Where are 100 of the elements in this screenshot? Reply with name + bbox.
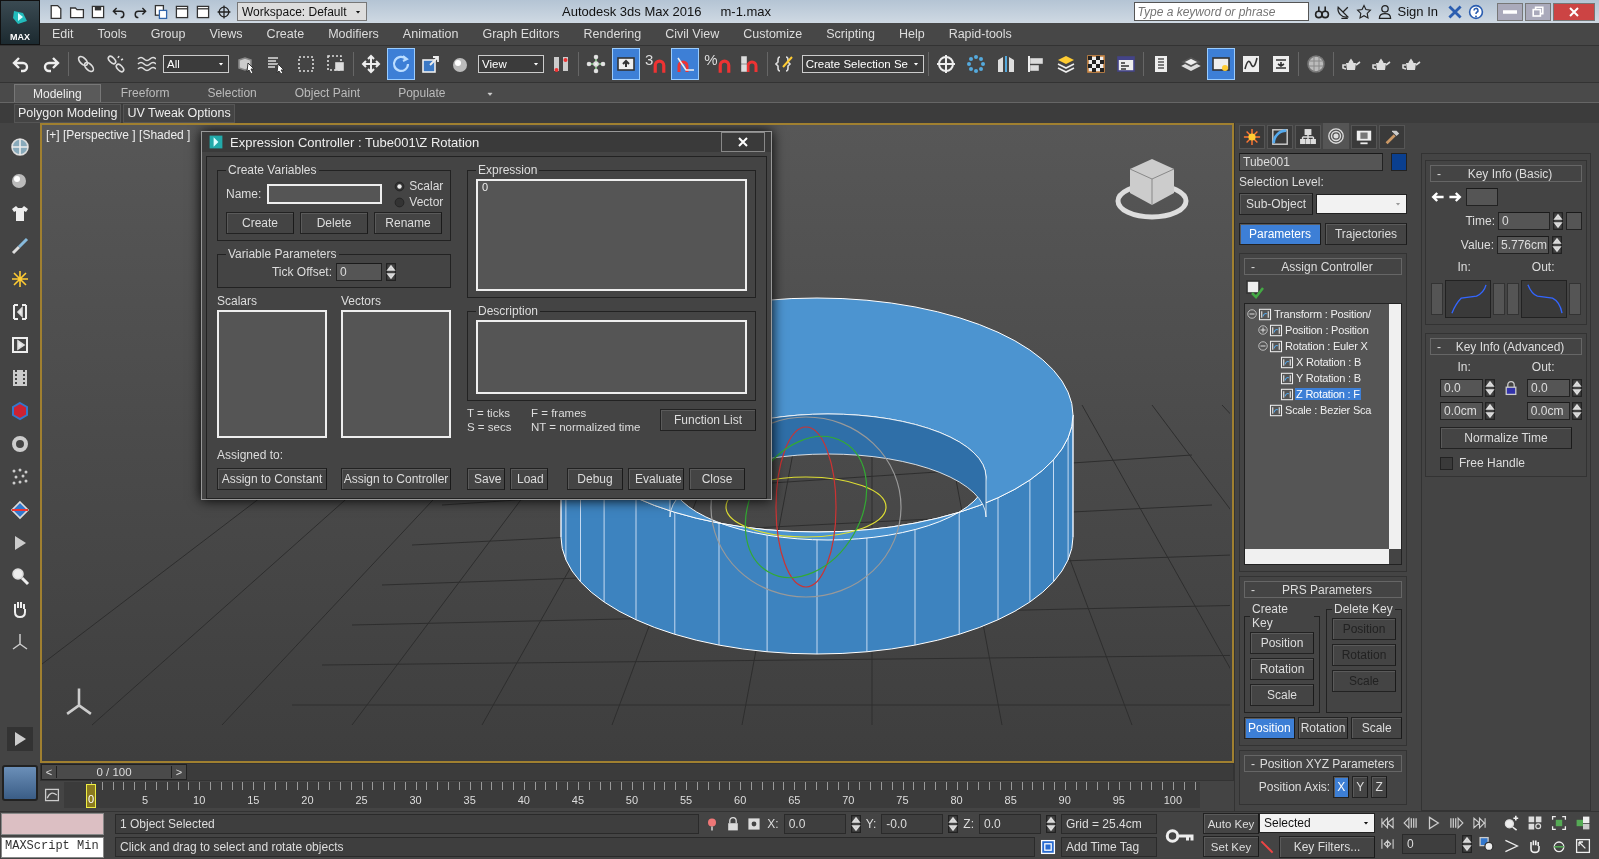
monitor-icon[interactable] — [1351, 125, 1377, 149]
dropdown[interactable]: Create Selection Se — [801, 55, 924, 73]
ribbon-panel-button[interactable]: Polygon Modeling — [14, 103, 122, 123]
object-name-field[interactable]: Tube001 — [1239, 153, 1383, 171]
minimize-button[interactable] — [1497, 2, 1523, 21]
next-frame-icon[interactable] — [1448, 815, 1465, 831]
spinner-buttons[interactable] — [1552, 236, 1562, 254]
window-icon[interactable] — [195, 3, 211, 20]
menu-item[interactable]: Animation — [390, 27, 471, 41]
binoculars-icon[interactable] — [1313, 3, 1330, 20]
curve-editor-icon[interactable] — [44, 787, 60, 803]
expand-toggle[interactable] — [1258, 341, 1268, 351]
menu-item[interactable]: Civil View — [653, 27, 732, 41]
time-tag-icon[interactable] — [1040, 839, 1056, 856]
spinner-buttons[interactable] — [1572, 402, 1582, 420]
dialog-button[interactable]: Create — [226, 212, 294, 234]
tangent-curve-button[interactable] — [1445, 280, 1491, 318]
hierarchy-icon[interactable] — [1295, 125, 1321, 149]
ribbon-tab[interactable]: Selection — [189, 84, 275, 102]
maximize-viewport-icon[interactable] — [1575, 837, 1591, 854]
collapse-toggle[interactable]: - — [1437, 166, 1441, 181]
concentric-circles-icon[interactable] — [1323, 123, 1349, 149]
object-color-swatch[interactable] — [1391, 153, 1407, 171]
radio-button[interactable] — [394, 180, 406, 192]
x-shape-icon[interactable] — [1447, 3, 1463, 20]
rollout-header[interactable]: - Key Info (Basic) — [1430, 165, 1582, 182]
diagonal-line-icon[interactable] — [1259, 839, 1275, 855]
snap-toggle[interactable]: 3 — [643, 49, 669, 79]
key-mode-dropdown[interactable]: Selected — [1259, 813, 1375, 833]
panel-tab[interactable]: Parameters — [1239, 223, 1321, 245]
value-field[interactable]: 0.0 — [1440, 379, 1483, 397]
menu-item[interactable]: Scripting — [814, 27, 887, 41]
menu-item[interactable]: Views — [197, 27, 255, 41]
previous-frame-icon[interactable] — [1402, 815, 1419, 831]
radio-button[interactable] — [394, 196, 406, 208]
axis-button[interactable]: Z — [1371, 776, 1388, 798]
selection-target-icon[interactable] — [746, 815, 763, 832]
rollout-header[interactable]: - Assign Controller — [1244, 258, 1402, 275]
value-field[interactable]: 0.0 — [1527, 379, 1570, 397]
function-list-button[interactable]: Function List — [660, 409, 756, 431]
menu-item[interactable]: Group — [138, 27, 198, 41]
ribbon-options-icon[interactable] — [485, 91, 494, 97]
dialog-button[interactable]: Close — [689, 468, 745, 490]
application-button[interactable]: MAX — [0, 0, 40, 45]
hammer-icon[interactable] — [1379, 125, 1405, 149]
vectors-list[interactable] — [341, 310, 451, 438]
hand-icon[interactable] — [1527, 837, 1543, 854]
time-slider[interactable]: < 0 / 100 > — [40, 763, 1234, 781]
viewport-layout-button[interactable] — [2, 765, 38, 801]
normalize-time-button[interactable]: Normalize Time — [1440, 427, 1572, 449]
expression-field[interactable]: 0 — [476, 179, 747, 291]
mode-button[interactable]: Position — [1244, 717, 1295, 739]
sub-object-button[interactable]: Sub-Object — [1239, 193, 1314, 215]
tree-item[interactable]: X Rotation : B — [1295, 356, 1363, 368]
expand-toggle[interactable] — [1247, 309, 1257, 319]
description-field[interactable] — [476, 320, 747, 394]
coordinate-field[interactable]: -0.0 — [881, 813, 944, 834]
value-field[interactable]: 0 — [1498, 212, 1550, 230]
scalars-list[interactable] — [217, 310, 327, 438]
dialog-button[interactable]: Delete — [300, 212, 368, 234]
assign-button[interactable]: Assign to Constant — [217, 468, 327, 490]
spinner-buttons[interactable] — [1553, 212, 1563, 230]
mode-button[interactable]: Rotation — [1297, 717, 1349, 739]
tree-item[interactable]: Scale : Bezier Sca — [1284, 404, 1373, 416]
axis-button[interactable]: Y — [1352, 776, 1369, 798]
frame-field[interactable]: 0 — [1402, 834, 1456, 854]
arc-icon[interactable] — [1267, 125, 1293, 149]
zoom-all-icon[interactable] — [1527, 815, 1543, 831]
tangent-curve-button[interactable] — [1521, 280, 1567, 318]
help-icon[interactable] — [1468, 3, 1484, 20]
collapse-toggle[interactable]: - — [1251, 259, 1255, 274]
field-of-view-icon[interactable] — [1503, 837, 1519, 854]
value-field[interactable]: 5.776cm — [1497, 236, 1549, 254]
crosshair-icon[interactable] — [216, 3, 232, 20]
trackbar[interactable]: 0 5 10 15 20 25 30 35 40 45 50 55 60 65 70 75 80 85 90 95 100 — [64, 782, 1200, 808]
workspace-dropdown[interactable]: Workspace: Default — [237, 2, 367, 21]
zoom-extents-icon[interactable] — [1551, 815, 1567, 831]
ribbon-tab[interactable]: Modeling — [14, 84, 101, 102]
close-button[interactable] — [1553, 2, 1595, 21]
name-field[interactable] — [267, 184, 383, 204]
spinner-buttons[interactable] — [850, 814, 861, 833]
collapse-toggle[interactable]: - — [1251, 756, 1255, 771]
render-window-icon[interactable] — [1208, 49, 1234, 79]
horizontal-scrollbar[interactable] — [1245, 549, 1389, 564]
vertical-scrollbar[interactable] — [1389, 304, 1401, 549]
zoom-plus-icon[interactable] — [1503, 815, 1519, 831]
go-to-start-icon[interactable] — [1379, 815, 1396, 831]
rollout-header[interactable]: - Key Info (Advanced) — [1430, 338, 1582, 355]
tick-offset-field[interactable]: 0 — [336, 263, 382, 281]
collapse-toggle[interactable]: - — [1251, 582, 1255, 597]
close-button[interactable] — [721, 132, 765, 152]
dropdown[interactable]: All — [163, 55, 229, 73]
collapse-toggle[interactable]: - — [1437, 339, 1441, 354]
menu-item[interactable]: Customize — [731, 27, 815, 41]
zoom-extents-all-icon[interactable] — [1575, 815, 1591, 831]
tree-item[interactable]: Rotation : Euler X — [1284, 340, 1369, 352]
ribbon-tab[interactable]: Populate — [380, 84, 464, 102]
set-key-button[interactable]: Set Key — [1203, 836, 1259, 857]
sub-object-dropdown[interactable] — [1316, 194, 1407, 214]
menu-item[interactable]: Create — [254, 27, 317, 41]
